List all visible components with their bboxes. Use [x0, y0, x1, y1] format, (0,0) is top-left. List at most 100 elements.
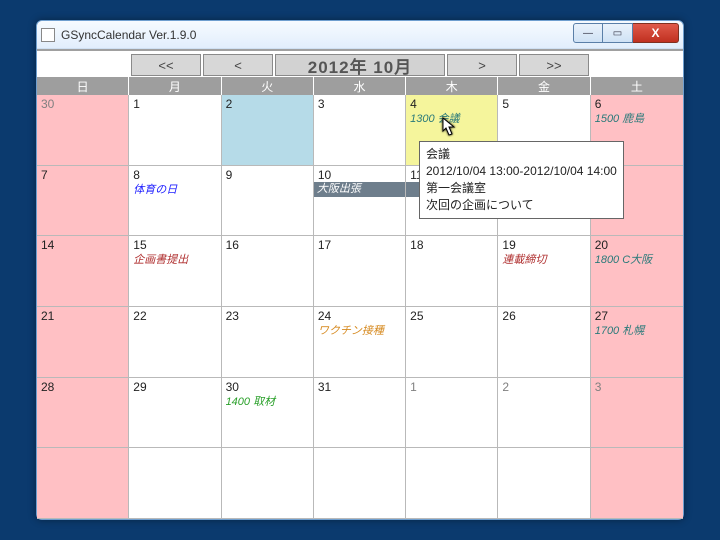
calendar-cell[interactable]: 10大阪出張 — [314, 166, 406, 237]
calendar-cell[interactable]: 16 — [222, 236, 314, 307]
day-number: 24 — [318, 309, 401, 323]
close-button[interactable]: X — [633, 23, 679, 43]
day-number: 17 — [318, 238, 401, 252]
calendar-cell[interactable] — [37, 448, 129, 519]
tooltip-line: 第一会議室 — [426, 180, 617, 197]
day-number: 20 — [595, 238, 679, 252]
day-number: 25 — [410, 309, 493, 323]
calendar-cell[interactable]: 25 — [406, 307, 498, 378]
calendar-cell[interactable]: 2 — [222, 95, 314, 166]
calendar-cell[interactable]: 201800 C大阪 — [591, 236, 683, 307]
month-label[interactable]: 2012年 10月 — [275, 54, 445, 76]
minimize-button[interactable]: — — [573, 23, 603, 43]
day-number: 27 — [595, 309, 679, 323]
calendar-cell[interactable]: 31 — [314, 378, 406, 449]
dow-tue: 火 — [222, 77, 314, 95]
nav-first-button[interactable]: << — [131, 54, 201, 76]
calendar-cell[interactable]: 23 — [222, 307, 314, 378]
calendar-event[interactable]: 連載締切 — [502, 253, 585, 267]
calendar-cell[interactable]: 14 — [37, 236, 129, 307]
maximize-button[interactable]: ▭ — [603, 23, 633, 43]
calendar-event[interactable]: 1500 鹿島 — [595, 112, 679, 126]
dow-sat: 土 — [591, 77, 683, 95]
event-tooltip: 会議 2012/10/04 13:00-2012/10/04 14:00 第一会… — [419, 141, 624, 219]
calendar-cell[interactable]: 3 — [314, 95, 406, 166]
calendar-cell[interactable]: 271700 札幌 — [591, 307, 683, 378]
calendar-cell[interactable] — [406, 448, 498, 519]
calendar-cell[interactable]: 301400 取材 — [222, 378, 314, 449]
day-number: 10 — [318, 168, 401, 182]
calendar-grid: 3012341300 会議561500 鹿島78体育の日910大阪出張11121… — [37, 95, 683, 519]
calendar-cell[interactable]: 2 — [498, 378, 590, 449]
window-titlebar[interactable]: GSyncCalendar Ver.1.9.0 — ▭ X — [37, 21, 683, 49]
day-number: 9 — [226, 168, 309, 182]
day-number: 29 — [133, 380, 216, 394]
app-icon — [41, 28, 55, 42]
day-number: 8 — [133, 168, 216, 182]
calendar-cell[interactable]: 21 — [37, 307, 129, 378]
day-number: 4 — [410, 97, 493, 111]
nav-last-button[interactable]: >> — [519, 54, 589, 76]
calendar-event[interactable]: 企画書提出 — [133, 253, 216, 267]
day-number: 18 — [410, 238, 493, 252]
calendar-cell[interactable]: 8体育の日 — [129, 166, 221, 237]
calendar-cell[interactable]: 22 — [129, 307, 221, 378]
calendar-cell[interactable] — [222, 448, 314, 519]
calendar-event[interactable]: 1800 C大阪 — [595, 253, 679, 267]
tooltip-line: 2012/10/04 13:00-2012/10/04 14:00 — [426, 163, 617, 180]
day-number: 3 — [595, 380, 679, 394]
day-number: 6 — [595, 97, 679, 111]
day-number: 7 — [41, 168, 124, 182]
day-number: 1 — [133, 97, 216, 111]
dow-mon: 月 — [129, 77, 221, 95]
day-number: 1 — [410, 380, 493, 394]
day-number: 15 — [133, 238, 216, 252]
calendar-cell[interactable]: 29 — [129, 378, 221, 449]
day-number: 19 — [502, 238, 585, 252]
nav-next-button[interactable]: > — [447, 54, 517, 76]
calendar-nav: << < 2012年 10月 > >> — [37, 49, 683, 77]
calendar-event[interactable]: 1400 取材 — [226, 395, 309, 409]
calendar-event[interactable]: 体育の日 — [133, 183, 216, 197]
nav-prev-button[interactable]: < — [203, 54, 273, 76]
day-number: 30 — [41, 97, 124, 111]
calendar-cell[interactable]: 24ワクチン接種 — [314, 307, 406, 378]
calendar-event[interactable]: ワクチン接種 — [318, 324, 401, 338]
day-number: 22 — [133, 309, 216, 323]
multi-day-event[interactable]: 大阪出張 — [314, 182, 405, 197]
day-number: 14 — [41, 238, 124, 252]
calendar-cell[interactable] — [498, 448, 590, 519]
calendar-cell[interactable]: 30 — [37, 95, 129, 166]
calendar-cell[interactable]: 17 — [314, 236, 406, 307]
dow-thu: 木 — [406, 77, 498, 95]
day-number: 2 — [502, 380, 585, 394]
calendar-cell[interactable]: 15企画書提出 — [129, 236, 221, 307]
calendar-cell[interactable] — [129, 448, 221, 519]
calendar-cell[interactable]: 3 — [591, 378, 683, 449]
calendar-cell[interactable]: 1 — [406, 378, 498, 449]
calendar-cell[interactable]: 7 — [37, 166, 129, 237]
calendar-cell[interactable] — [314, 448, 406, 519]
calendar-event[interactable]: 1700 札幌 — [595, 324, 679, 338]
tooltip-line: 会議 — [426, 146, 617, 163]
day-number: 3 — [318, 97, 401, 111]
calendar-cell[interactable]: 26 — [498, 307, 590, 378]
calendar-cell[interactable]: 9 — [222, 166, 314, 237]
calendar-cell[interactable]: 28 — [37, 378, 129, 449]
window-title: GSyncCalendar Ver.1.9.0 — [61, 28, 196, 42]
day-number: 21 — [41, 309, 124, 323]
calendar-cell[interactable]: 18 — [406, 236, 498, 307]
day-number: 23 — [226, 309, 309, 323]
calendar-cell[interactable] — [591, 448, 683, 519]
day-number: 28 — [41, 380, 124, 394]
app-window: GSyncCalendar Ver.1.9.0 — ▭ X << < 2012年… — [36, 20, 684, 520]
day-number: 26 — [502, 309, 585, 323]
tooltip-line: 次回の企画について — [426, 197, 617, 214]
calendar-cell[interactable]: 19連載締切 — [498, 236, 590, 307]
day-number: 31 — [318, 380, 401, 394]
window-buttons: — ▭ X — [573, 23, 679, 43]
calendar-cell[interactable]: 1 — [129, 95, 221, 166]
calendar-event[interactable]: 1300 会議 — [410, 112, 493, 126]
day-number: 5 — [502, 97, 585, 111]
day-number: 16 — [226, 238, 309, 252]
